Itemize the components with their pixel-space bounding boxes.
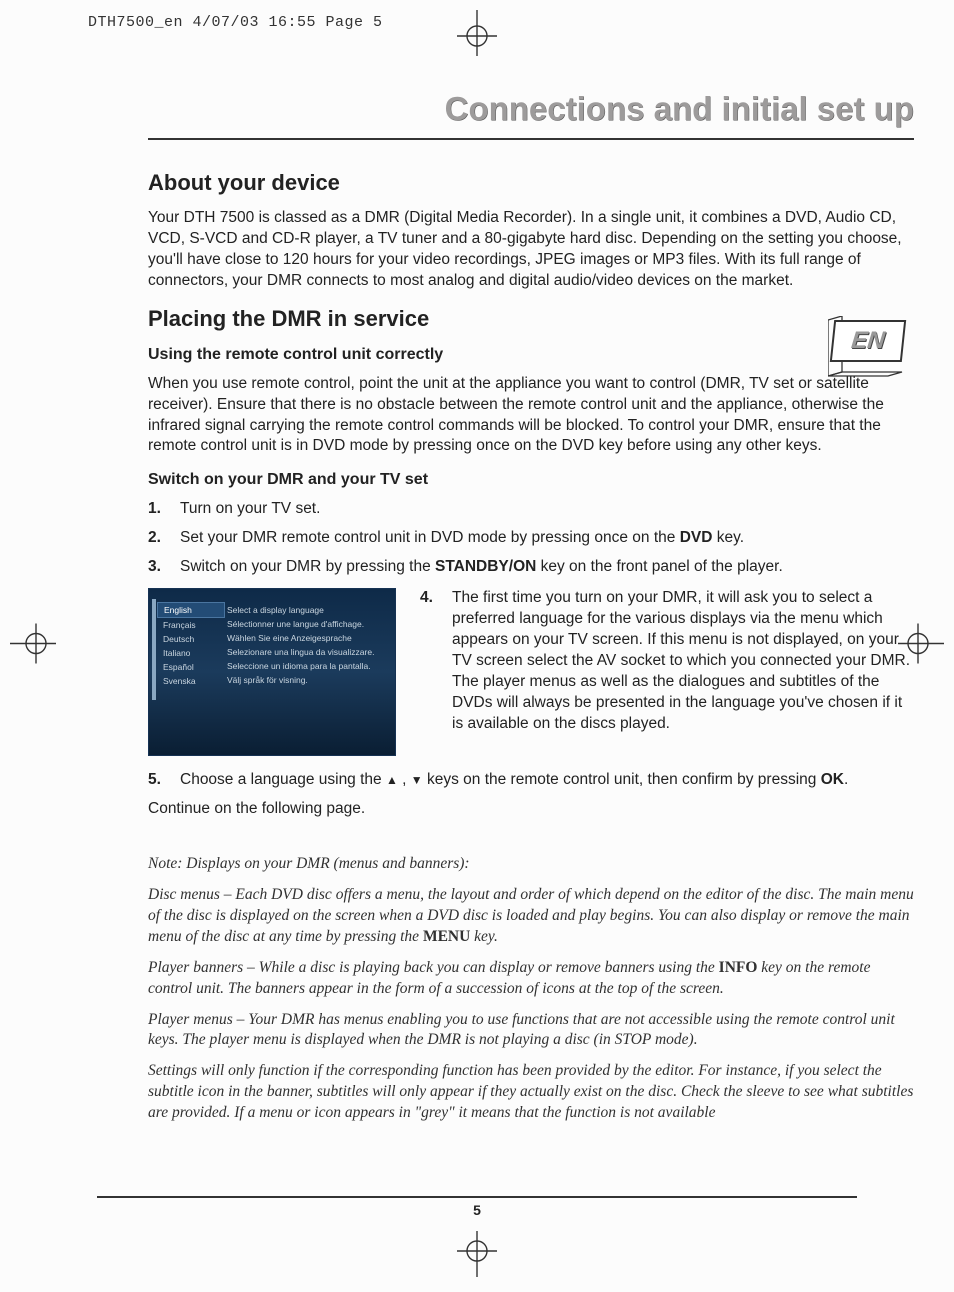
lang-desc: Selezionare una lingua da visualizzare. — [225, 645, 387, 659]
step-4: 4.The first time you turn on your DMR, i… — [420, 588, 914, 734]
notes-block: Note: Displays on your DMR (menus and ba… — [148, 854, 914, 1124]
lang-opt: Español — [157, 660, 225, 674]
registration-mark-left — [10, 624, 56, 669]
lang-opt: Deutsch — [157, 632, 225, 646]
registration-mark-bottom — [457, 1231, 497, 1282]
lang-desc: Sélectionner une langue d'affichage. — [225, 617, 387, 631]
lang-opt-selected: English — [157, 602, 225, 618]
arrow-up-icon: ▲ — [386, 772, 398, 788]
lang-desc: Wählen Sie eine Anzeigesprache — [225, 631, 387, 645]
about-body: Your DTH 7500 is classed as a DMR (Digit… — [148, 208, 914, 292]
note-settings: Settings will only function if the corre… — [148, 1061, 914, 1124]
note-disc-menus: Disc menus – Each DVD disc offers a menu… — [148, 885, 914, 948]
step-3: 3.Switch on your DMR by pressing the STA… — [148, 557, 914, 578]
sub-switch-heading: Switch on your DMR and your TV set — [148, 471, 914, 489]
note-player-banners: Player banners – While a disc is playing… — [148, 958, 914, 1000]
lang-opt: Svenska — [157, 674, 225, 688]
step-2: 2.Set your DMR remote control unit in DV… — [148, 528, 914, 549]
step-1: 1.Turn on your TV set. — [148, 499, 914, 520]
note-heading: Note: Displays on your DMR (menus and ba… — [148, 854, 914, 875]
lang-desc: Seleccione un idioma para la pantalla. — [225, 659, 387, 673]
page-title: Connections and initial set up — [148, 90, 914, 140]
about-heading: About your device — [148, 170, 914, 196]
placing-heading: Placing the DMR in service — [148, 306, 914, 332]
lang-desc: Select a display language — [225, 603, 387, 617]
step-5: 5.Choose a language using the ▲ , ▼ keys… — [148, 770, 914, 791]
lang-opt: Italiano — [157, 646, 225, 660]
lang-desc: Välj språk för visning. — [225, 673, 387, 687]
arrow-down-icon: ▼ — [411, 772, 423, 788]
continue-text: Continue on the following page. — [148, 799, 914, 820]
crop-header: DTH7500_en 4/07/03 16:55 Page 5 — [88, 14, 383, 31]
sub-remote-heading: Using the remote control unit correctly — [148, 346, 914, 364]
page-number: 5 — [97, 1196, 857, 1218]
sub-remote-body: When you use remote control, point the u… — [148, 374, 914, 458]
note-player-menus: Player menus – Your DMR has menus enabli… — [148, 1010, 914, 1052]
lang-opt: Français — [157, 618, 225, 632]
registration-mark-top — [457, 10, 497, 61]
language-menu-screenshot: English Français Deutsch Italiano Españo… — [148, 588, 396, 756]
